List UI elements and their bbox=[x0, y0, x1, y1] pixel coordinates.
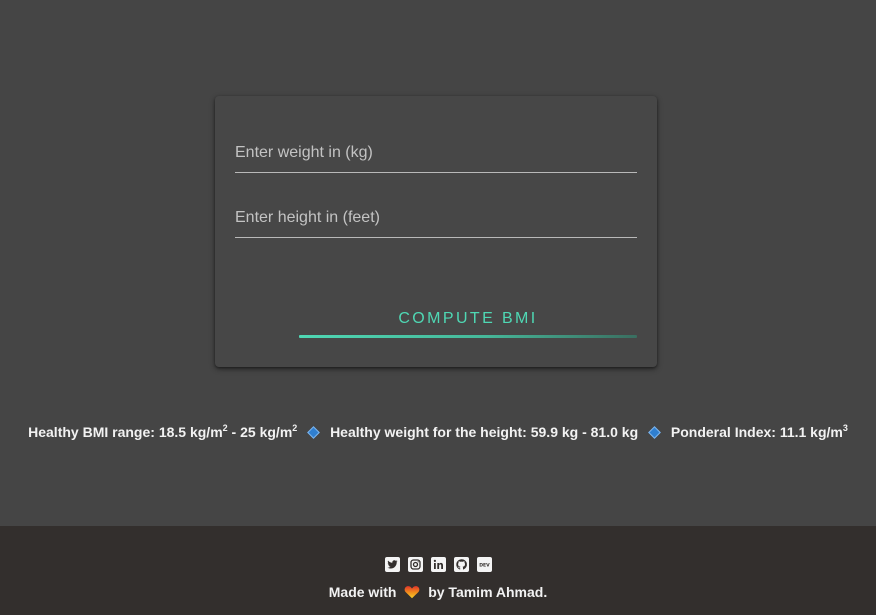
compute-bmi-underline bbox=[299, 335, 637, 338]
made-with-suffix: by Tamim Ahmad. bbox=[428, 584, 548, 600]
bmi-range-high: 25 kg/m bbox=[240, 424, 293, 440]
linkedin-icon[interactable] bbox=[430, 557, 446, 572]
page: COMPUTE BMI Healthy BMI range: 18.5 kg/m… bbox=[0, 0, 876, 615]
weight-field bbox=[235, 136, 637, 173]
height-field bbox=[235, 201, 637, 238]
social-links: DEV bbox=[0, 557, 876, 572]
compute-bmi-button[interactable]: COMPUTE BMI bbox=[299, 302, 637, 338]
bmi-range-high-exponent: 2 bbox=[292, 423, 298, 433]
diamond-separator-icon bbox=[307, 426, 321, 440]
diamond-separator-icon bbox=[648, 426, 661, 440]
github-icon[interactable] bbox=[453, 557, 469, 572]
ponderal-index-exponent: 3 bbox=[842, 423, 848, 433]
compute-bmi-label: COMPUTE BMI bbox=[398, 310, 538, 327]
height-input[interactable] bbox=[235, 201, 637, 235]
bmi-info-line: Healthy BMI range: 18.5 kg/m2 - 25 kg/m2… bbox=[0, 423, 876, 441]
bmi-range-separator: - bbox=[227, 424, 241, 440]
bmi-range-label: Healthy BMI range: bbox=[28, 424, 159, 440]
healthy-weight-text: Healthy weight for the height: 59.9 kg -… bbox=[330, 424, 639, 440]
instagram-icon[interactable] bbox=[407, 557, 423, 572]
ponderal-index-text: Ponderal Index: 11.1 kg/m bbox=[670, 424, 843, 440]
made-with-text: Made with by Tamim Ahmad. bbox=[0, 584, 876, 600]
bmi-range-low: 18.5 kg/m bbox=[158, 424, 223, 440]
bmi-form-card: COMPUTE BMI bbox=[215, 96, 657, 367]
dev-icon[interactable]: DEV bbox=[476, 557, 492, 572]
twitter-icon[interactable] bbox=[384, 557, 400, 572]
made-with-prefix: Made with bbox=[328, 584, 397, 600]
footer: DEV Made with by Tamim Ahmad. bbox=[0, 526, 876, 615]
svg-text:DEV: DEV bbox=[479, 563, 490, 569]
weight-input[interactable] bbox=[235, 136, 637, 170]
heart-icon bbox=[404, 586, 420, 599]
